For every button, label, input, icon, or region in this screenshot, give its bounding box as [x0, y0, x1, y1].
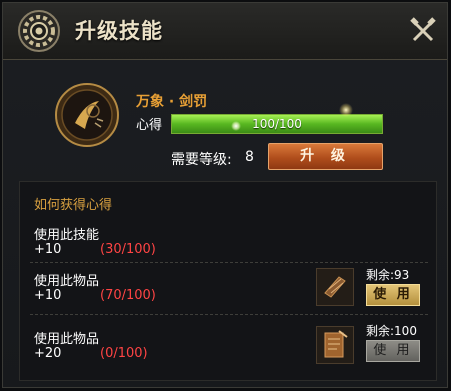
- method-bonus: +10: [34, 288, 62, 303]
- use-item-button[interactable]: 使 用: [366, 284, 420, 306]
- page-title: 升级技能: [75, 19, 163, 43]
- method-label: 使用此物品: [34, 274, 100, 289]
- method-bonus: +20: [34, 346, 62, 361]
- panel-header: 升级技能: [3, 3, 447, 60]
- item-slot[interactable]: [316, 268, 354, 306]
- sparkle-effect: [231, 121, 241, 131]
- method-label: 使用此技能: [34, 228, 100, 243]
- method-bonus: +10: [34, 242, 62, 257]
- sparkle-effect: [339, 103, 353, 117]
- upgrade-button[interactable]: 升 级: [268, 143, 383, 170]
- xinde-label: 心得: [136, 118, 163, 133]
- method-progress: (0/100): [100, 346, 148, 361]
- row-divider: [30, 314, 428, 315]
- remaining-count: 剩余:93: [366, 268, 410, 282]
- item-slot[interactable]: [316, 326, 354, 364]
- required-level-label: 需要等级:: [171, 152, 232, 168]
- skill-emblem-icon: [55, 83, 119, 147]
- gear-emblem-icon: [18, 10, 60, 52]
- remaining-count: 剩余:100: [366, 324, 417, 338]
- row-divider: [30, 262, 428, 263]
- upgrade-skill-panel: 升级技能 万象 · 剑罚 心得 100/100 需要等级: 8 升 级 如何获得…: [2, 2, 448, 388]
- how-to-gain-title: 如何获得心得: [34, 198, 113, 213]
- use-item-button[interactable]: 使 用: [366, 340, 420, 362]
- how-to-gain-panel: 如何获得心得 使用此技能 +10 (30/100) 使用此物品 +10 (70/…: [19, 181, 437, 381]
- method-progress: (70/100): [100, 288, 156, 303]
- crossed-tools-icon[interactable]: [409, 17, 437, 45]
- item-scroll-icon: [324, 276, 346, 298]
- skill-name: 万象 · 剑罚: [136, 94, 208, 110]
- required-level-value: 8: [245, 149, 254, 165]
- xinde-progress-bar: 100/100: [171, 114, 383, 134]
- item-scroll-bundle-icon: [324, 330, 348, 358]
- xinde-progress-text: 100/100: [252, 117, 302, 131]
- method-label: 使用此物品: [34, 332, 100, 347]
- method-progress: (30/100): [100, 242, 156, 257]
